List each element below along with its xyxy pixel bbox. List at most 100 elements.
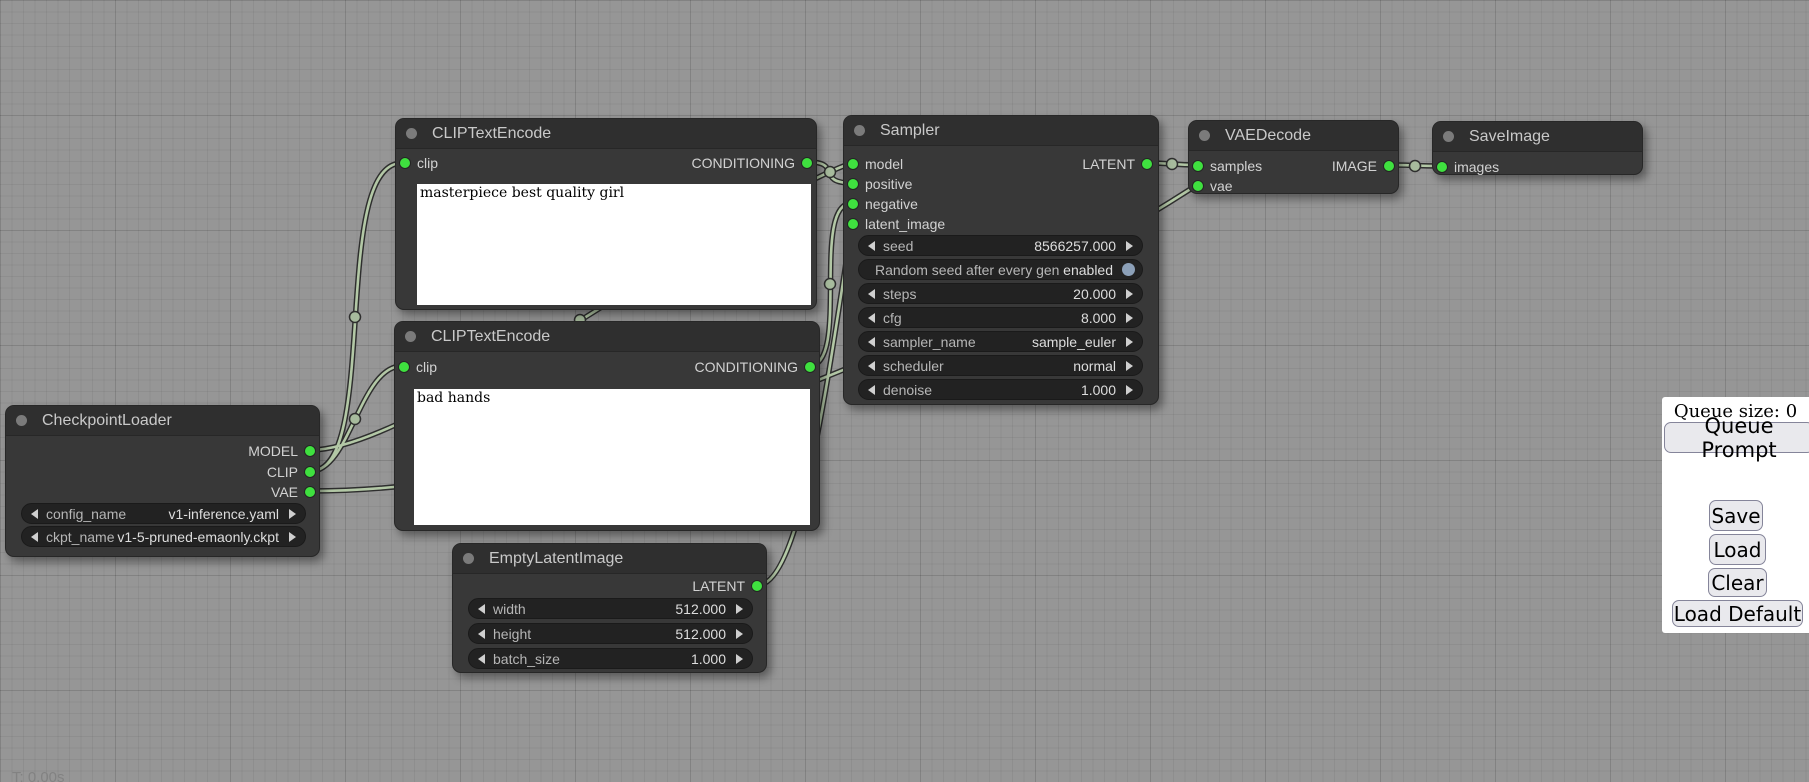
node-title-bar[interactable]: SaveImage <box>1433 122 1642 152</box>
widget-cfg[interactable]: cfg 8.000 <box>858 307 1143 328</box>
input-port-icon[interactable] <box>1193 161 1203 171</box>
increment-arrow-icon[interactable] <box>1126 313 1133 323</box>
output-port-clip[interactable]: CLIP <box>267 462 315 482</box>
collapse-dot-icon[interactable] <box>16 415 27 426</box>
input-port-vae[interactable]: vae <box>1193 176 1233 196</box>
node-graph-canvas[interactable]: { "canvas": { "status_text": "T: 0.00s" … <box>0 0 1809 782</box>
input-port-clip[interactable]: clip <box>400 153 438 173</box>
decrement-arrow-icon[interactable] <box>868 313 875 323</box>
output-port-conditioning[interactable]: CONDITIONING <box>692 153 812 173</box>
prompt-textarea[interactable]: masterpiece best quality girl <box>417 184 811 305</box>
output-port-image[interactable]: IMAGE <box>1332 156 1394 176</box>
decrement-arrow-icon[interactable] <box>478 629 485 639</box>
output-port-icon[interactable] <box>1142 159 1152 169</box>
collapse-dot-icon[interactable] <box>406 128 417 139</box>
node-empty-latent-image[interactable]: EmptyLatentImage LATENT width 512.000 he… <box>452 543 767 673</box>
increment-arrow-icon[interactable] <box>1126 361 1133 371</box>
output-port-latent[interactable]: LATENT <box>1082 154 1152 174</box>
load-button[interactable]: Load <box>1709 534 1766 565</box>
input-port-clip[interactable]: clip <box>399 357 437 377</box>
prompt-textarea[interactable]: bad hands <box>414 389 810 525</box>
decrement-arrow-icon[interactable] <box>868 361 875 371</box>
input-port-icon[interactable] <box>848 219 858 229</box>
decrement-arrow-icon[interactable] <box>31 532 38 542</box>
increment-arrow-icon[interactable] <box>289 532 296 542</box>
node-sampler[interactable]: Sampler model positive negative latent_i… <box>843 115 1159 405</box>
input-port-latent-image[interactable]: latent_image <box>848 214 945 234</box>
widget-config-name[interactable]: config_name v1-inference.yaml <box>21 503 306 524</box>
input-port-icon[interactable] <box>399 362 409 372</box>
collapse-dot-icon[interactable] <box>405 331 416 342</box>
collapse-dot-icon[interactable] <box>1443 131 1454 142</box>
input-port-icon[interactable] <box>400 158 410 168</box>
node-title-bar[interactable]: EmptyLatentImage <box>453 544 766 574</box>
increment-arrow-icon[interactable] <box>736 654 743 664</box>
widget-seed[interactable]: seed 8566257.000 <box>858 235 1143 256</box>
output-port-icon[interactable] <box>305 467 315 477</box>
decrement-arrow-icon[interactable] <box>868 385 875 395</box>
collapse-dot-icon[interactable] <box>463 553 474 564</box>
output-port-model[interactable]: MODEL <box>248 441 315 461</box>
output-port-latent[interactable]: LATENT <box>692 576 762 596</box>
node-title-bar[interactable]: CLIPTextEncode <box>396 119 816 149</box>
input-port-icon[interactable] <box>848 179 858 189</box>
widget-steps[interactable]: steps 20.000 <box>858 283 1143 304</box>
increment-arrow-icon[interactable] <box>1126 289 1133 299</box>
node-checkpoint-loader[interactable]: CheckpointLoader MODEL CLIP VAE config_n… <box>5 405 320 557</box>
decrement-arrow-icon[interactable] <box>868 289 875 299</box>
widget-width[interactable]: width 512.000 <box>468 598 753 619</box>
clear-button[interactable]: Clear <box>1708 568 1767 597</box>
load-default-button[interactable]: Load Default <box>1672 600 1803 627</box>
node-title-bar[interactable]: Sampler <box>844 116 1158 146</box>
output-port-icon[interactable] <box>805 362 815 372</box>
node-title-bar[interactable]: CheckpointLoader <box>6 406 319 436</box>
input-port-icon[interactable] <box>1193 181 1203 191</box>
input-port-icon[interactable] <box>848 159 858 169</box>
node-vae-decode[interactable]: VAEDecode samples vae IMAGE <box>1188 120 1399 194</box>
node-clip-text-encode-positive[interactable]: CLIPTextEncode clip CONDITIONING masterp… <box>395 118 817 310</box>
increment-arrow-icon[interactable] <box>1126 385 1133 395</box>
node-title-bar[interactable]: CLIPTextEncode <box>395 322 819 352</box>
widget-scheduler[interactable]: scheduler normal <box>858 355 1143 376</box>
node-title: CheckpointLoader <box>42 412 172 430</box>
node-clip-text-encode-negative[interactable]: CLIPTextEncode clip CONDITIONING bad han… <box>394 321 820 531</box>
input-port-model[interactable]: model <box>848 154 903 174</box>
input-port-positive[interactable]: positive <box>848 174 912 194</box>
node-save-image[interactable]: SaveImage images <box>1432 121 1643 175</box>
increment-arrow-icon[interactable] <box>1126 241 1133 251</box>
increment-arrow-icon[interactable] <box>289 509 296 519</box>
increment-arrow-icon[interactable] <box>736 604 743 614</box>
save-button[interactable]: Save <box>1709 500 1763 531</box>
input-port-icon[interactable] <box>848 199 858 209</box>
output-port-icon[interactable] <box>1384 161 1394 171</box>
toggle-icon[interactable] <box>1122 263 1135 276</box>
widget-value: v1-inference.yaml <box>169 506 282 522</box>
output-port-icon[interactable] <box>752 581 762 591</box>
increment-arrow-icon[interactable] <box>736 629 743 639</box>
output-port-icon[interactable] <box>305 487 315 497</box>
widget-random-seed-toggle[interactable]: Random seed after every gen enabled <box>858 259 1143 280</box>
queue-prompt-button[interactable]: Queue Prompt <box>1664 422 1809 453</box>
node-title-bar[interactable]: VAEDecode <box>1189 121 1398 151</box>
widget-sampler-name[interactable]: sampler_name sample_euler <box>858 331 1143 352</box>
decrement-arrow-icon[interactable] <box>478 604 485 614</box>
output-port-conditioning[interactable]: CONDITIONING <box>695 357 815 377</box>
output-port-icon[interactable] <box>802 158 812 168</box>
decrement-arrow-icon[interactable] <box>478 654 485 664</box>
input-port-icon[interactable] <box>1437 162 1447 172</box>
output-port-vae[interactable]: VAE <box>271 482 315 502</box>
input-port-samples[interactable]: samples <box>1193 156 1262 176</box>
output-port-icon[interactable] <box>305 446 315 456</box>
input-port-images[interactable]: images <box>1437 157 1499 177</box>
increment-arrow-icon[interactable] <box>1126 337 1133 347</box>
widget-ckpt-name[interactable]: ckpt_name v1-5-pruned-emaonly.ckpt <box>21 526 306 547</box>
widget-batch-size[interactable]: batch_size 1.000 <box>468 648 753 669</box>
decrement-arrow-icon[interactable] <box>868 337 875 347</box>
decrement-arrow-icon[interactable] <box>31 509 38 519</box>
widget-height[interactable]: height 512.000 <box>468 623 753 644</box>
widget-denoise[interactable]: denoise 1.000 <box>858 379 1143 400</box>
input-port-negative[interactable]: negative <box>848 194 918 214</box>
collapse-dot-icon[interactable] <box>1199 130 1210 141</box>
decrement-arrow-icon[interactable] <box>868 241 875 251</box>
collapse-dot-icon[interactable] <box>854 125 865 136</box>
